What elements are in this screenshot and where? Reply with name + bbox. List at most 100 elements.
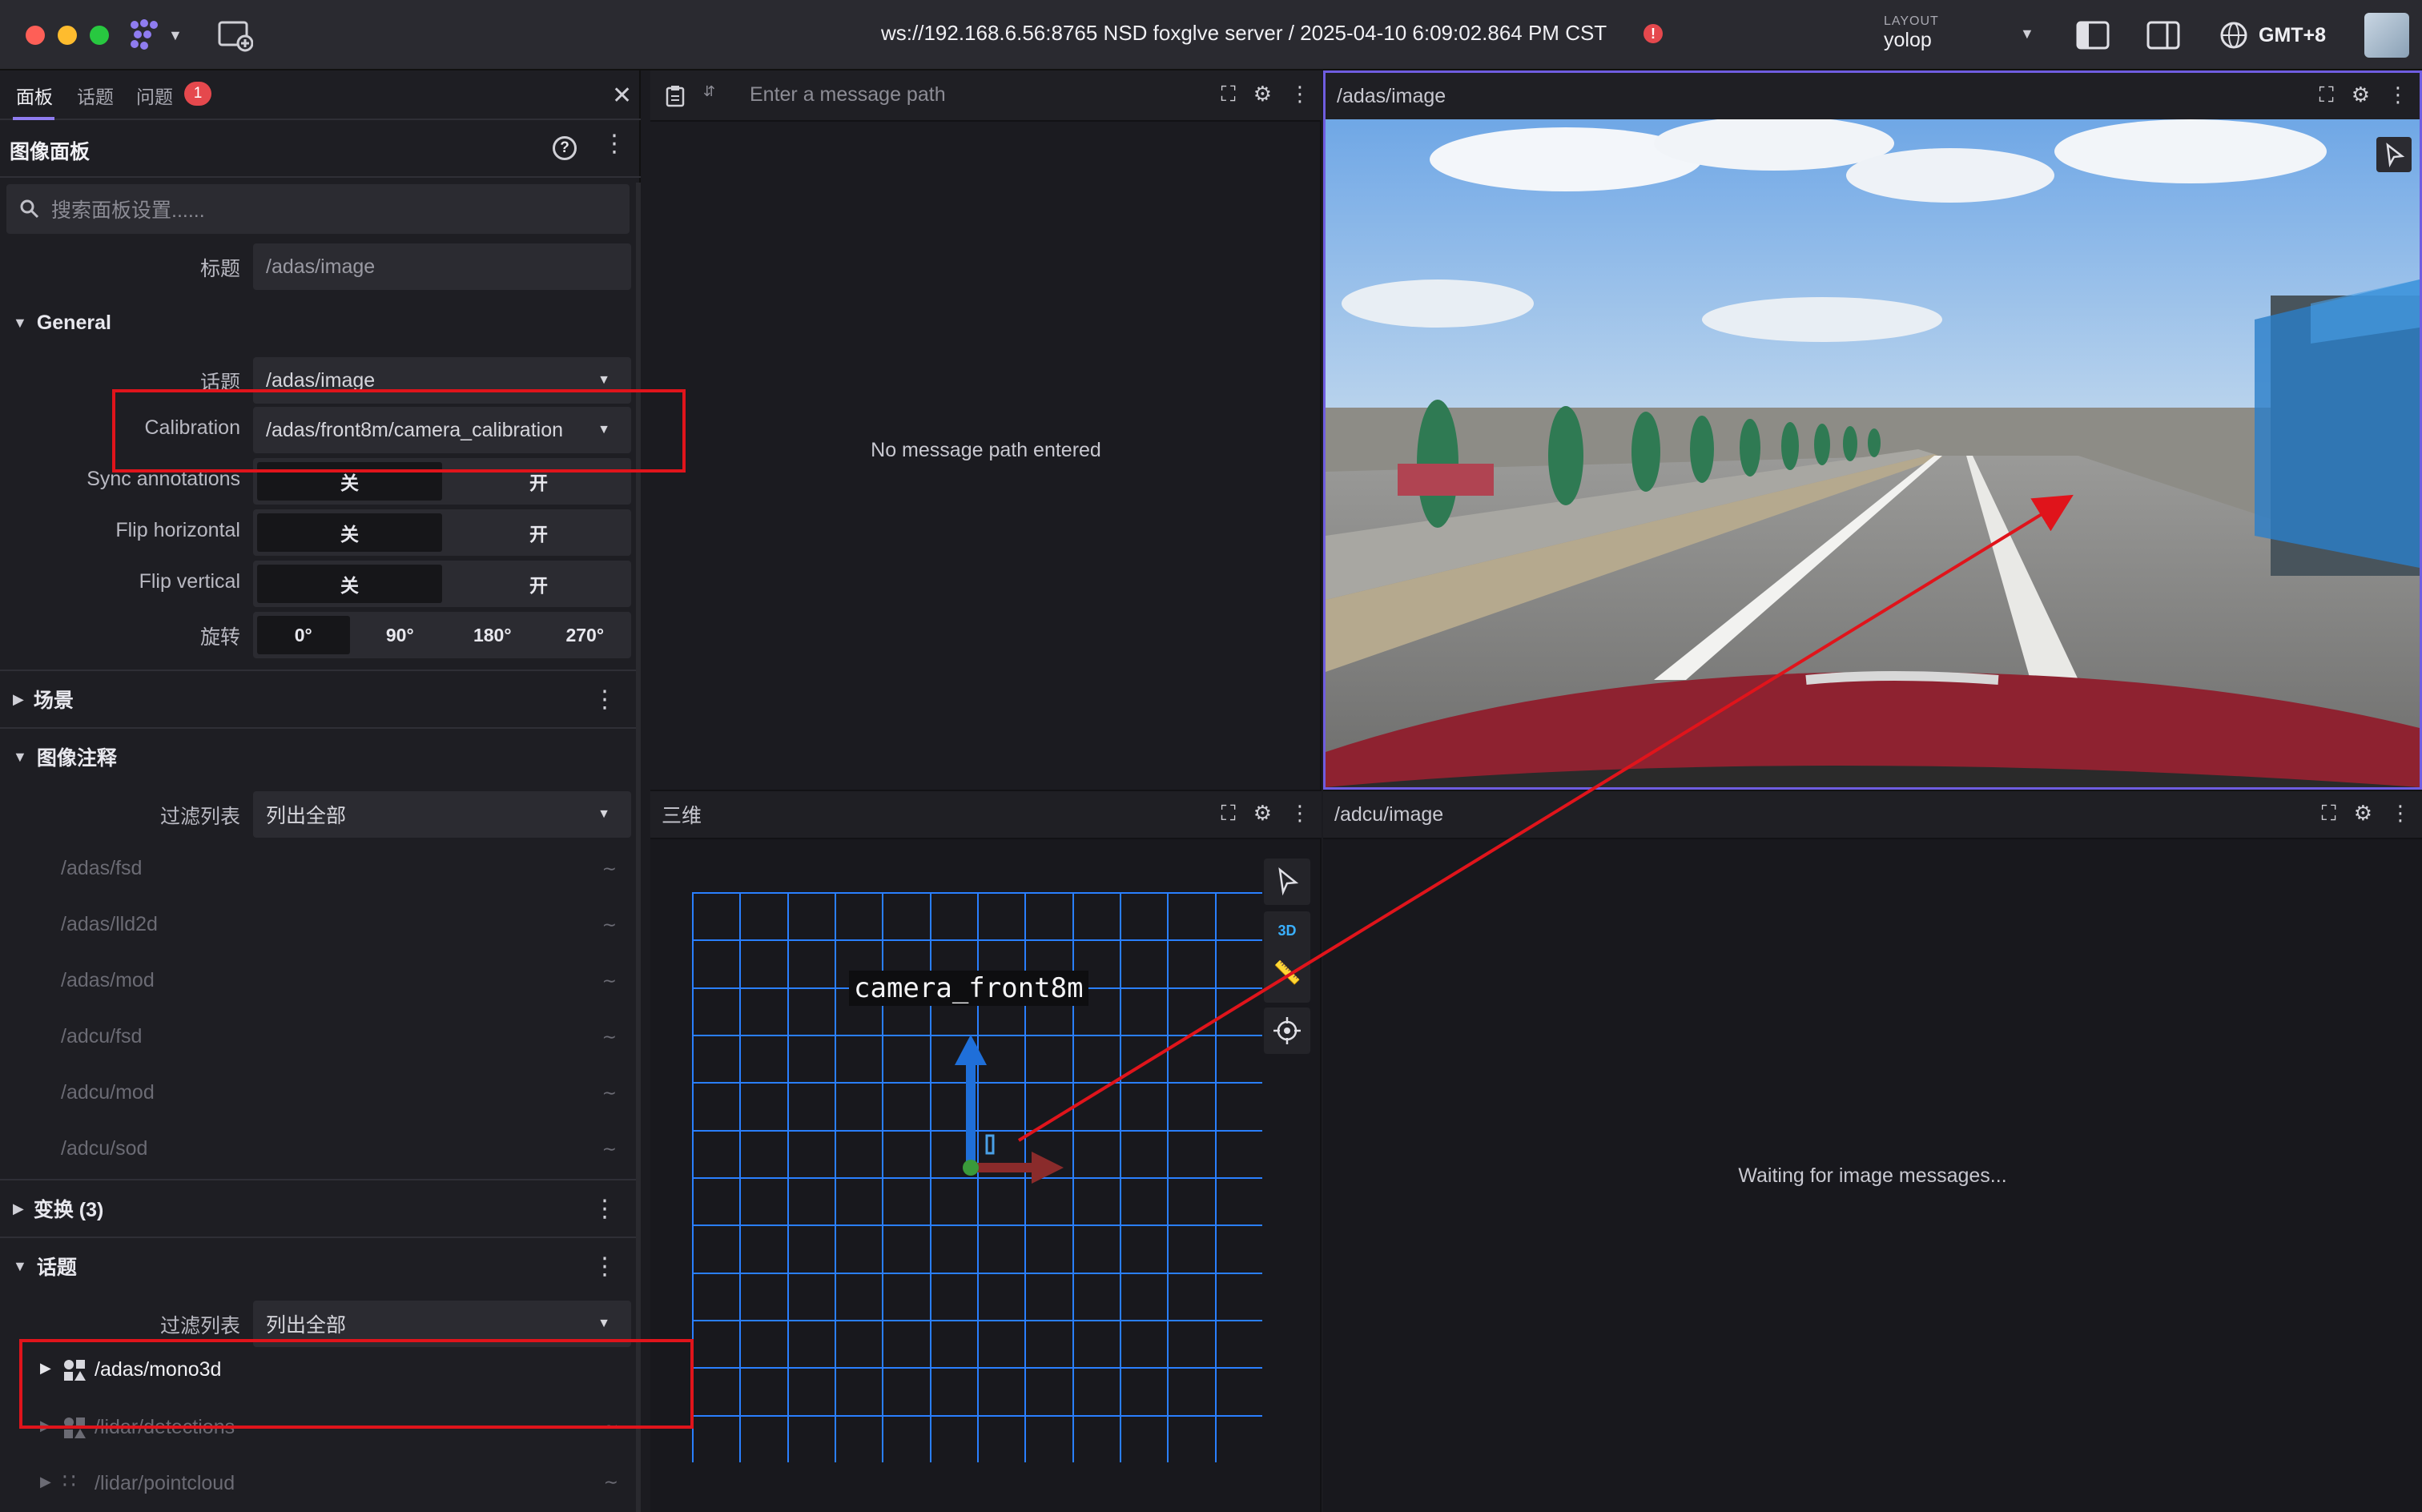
road-camera-image[interactable] [1326, 119, 2420, 787]
frame-label: camera_front8m [849, 971, 1088, 1006]
annotations-filter-label: 过滤列表 [159, 806, 240, 828]
settings-gear-icon[interactable]: ⚙ [1253, 82, 1272, 107]
fullscreen-icon[interactable]: ⛶ [1221, 82, 1235, 107]
transforms-menu-icon[interactable]: ⋮ [593, 1195, 617, 1223]
flip-h-off-option[interactable]: 关 [257, 513, 442, 552]
close-sidebar-icon[interactable]: ✕ [612, 82, 632, 110]
sidebar-scrollbar[interactable] [636, 183, 641, 1512]
fullscreen-icon[interactable]: ⛶ [2319, 82, 2333, 108]
annotation-item[interactable]: /adcu/fsd [61, 1025, 142, 1048]
annotations-filter-select[interactable]: 列出全部 ▼ [253, 791, 631, 838]
general-heading: General [36, 311, 111, 334]
select-tool-button[interactable] [1264, 859, 1310, 905]
toggle-3d-button[interactable]: 3D [1264, 923, 1310, 939]
flip-vertical-label: Flip vertical [139, 570, 240, 593]
scene-section-header[interactable]: ▶ 场景 ⋮ [0, 670, 641, 727]
scene-menu-icon[interactable]: ⋮ [593, 686, 617, 714]
visibility-hidden-icon[interactable]: ∼ [602, 1083, 617, 1104]
topics-menu-icon[interactable]: ⋮ [593, 1253, 617, 1281]
timezone-selector[interactable]: GMT+8 [2219, 19, 2326, 51]
settings-search-box[interactable]: 搜索面板设置...... [6, 184, 630, 234]
flip-vertical-toggle[interactable]: 关 开 [253, 561, 631, 607]
topics-heading: 话题 [36, 1257, 77, 1279]
visibility-hidden-icon[interactable]: ∼ [602, 1139, 617, 1160]
flip-v-off-option[interactable]: 关 [257, 565, 442, 603]
topic-row-lidar-pointcloud[interactable]: ▶ ∷ /lidar/pointcloud ∼ [0, 1456, 641, 1512]
panel-menu-icon[interactable]: ⋮ [1289, 801, 1310, 826]
rotation-0-option[interactable]: 0° [257, 616, 350, 654]
topics-section-header[interactable]: ▼ 话题 ⋮ [0, 1237, 641, 1294]
tab-topics[interactable]: 话题 [77, 82, 114, 109]
transforms-section-header[interactable]: ▶ 变换 (3) ⋮ [0, 1179, 641, 1237]
publish-point-button[interactable] [1264, 1007, 1310, 1054]
rotation-90-option[interactable]: 90° [354, 612, 447, 658]
collapsed-caret-icon: ▶ [13, 690, 24, 707]
visibility-hidden-icon[interactable]: ∼ [602, 859, 617, 879]
flip-h-on-option[interactable]: 开 [446, 509, 631, 556]
user-avatar[interactable] [2364, 13, 2409, 58]
measure-ruler-icon[interactable]: 📏 [1264, 959, 1310, 986]
annotation-item[interactable]: /adas/lld2d [61, 913, 158, 936]
close-window-button[interactable] [26, 26, 45, 45]
settings-search-input[interactable]: 搜索面板设置...... [51, 195, 205, 223]
layout-selector[interactable]: LAYOUT yolop ▼ [1884, 14, 2044, 58]
settings-gear-icon[interactable]: ⚙ [1253, 801, 1272, 826]
visibility-hidden-icon[interactable]: ∼ [602, 915, 617, 935]
mono3d-highlight-box [19, 1339, 694, 1429]
connection-status-text[interactable]: ws://192.168.6.56:8765 NSD foxglve serve… [881, 21, 1607, 46]
flip-v-on-option[interactable]: 开 [446, 561, 631, 607]
annotation-item[interactable]: /adas/mod [61, 969, 155, 992]
general-section-header[interactable]: ▼ General [0, 295, 641, 351]
annotations-section-header[interactable]: ▼ 图像注释 [0, 727, 641, 785]
rotation-180-option[interactable]: 180° [446, 612, 539, 658]
help-icon[interactable]: ? [553, 136, 577, 160]
flip-horizontal-toggle[interactable]: 关 开 [253, 509, 631, 556]
adcu-image-panel: /adcu/image ⛶ ⚙ ⋮ Waiting for image mess… [1323, 790, 2422, 1512]
sort-arrows-icon[interactable]: ⇵ [703, 83, 715, 100]
clipboard-icon[interactable] [665, 85, 686, 107]
app-menu-button[interactable]: ▼ [127, 14, 191, 56]
rotation-toggle[interactable]: 0° 90° 180° 270° [253, 612, 631, 658]
topics-filter-value: 列出全部 [266, 1314, 347, 1337]
plot-panel-header: ⇵ Enter a message path ⛶ ⚙ ⋮ [650, 70, 1322, 122]
toggle-right-sidebar-button[interactable] [2146, 21, 2180, 54]
maximize-window-button[interactable] [90, 26, 109, 45]
rotation-270-option[interactable]: 270° [539, 612, 632, 658]
visibility-hidden-icon[interactable]: ∼ [604, 1472, 618, 1493]
scene-heading: 场景 [33, 690, 74, 712]
annotation-item[interactable]: /adcu/mod [61, 1081, 155, 1104]
right-sidebar-icon [2146, 21, 2180, 50]
minimize-window-button[interactable] [58, 26, 77, 45]
panel-menu-icon[interactable]: ⋮ [602, 130, 626, 158]
fullscreen-icon[interactable]: ⛶ [1221, 801, 1235, 826]
topic-name: /lidar/pointcloud [95, 1472, 235, 1494]
panel-menu-icon[interactable]: ⋮ [2390, 801, 2411, 826]
annotation-item[interactable]: /adcu/sod [61, 1137, 147, 1160]
title-input[interactable]: /adas/image [253, 243, 631, 290]
pointcloud-icon: ∷ [62, 1469, 76, 1493]
tab-problems[interactable]: 问题 [136, 82, 173, 109]
timezone-label: GMT+8 [2259, 23, 2327, 46]
message-path-input[interactable]: Enter a message path [750, 83, 946, 107]
dropdown-caret-icon: ▼ [597, 807, 610, 821]
settings-gear-icon[interactable]: ⚙ [2354, 801, 2372, 826]
select-tool-button[interactable] [2376, 137, 2412, 172]
settings-gear-icon[interactable]: ⚙ [2352, 82, 2370, 108]
plot-panel-actions: ⛶ ⚙ ⋮ [1221, 82, 1310, 107]
visibility-hidden-icon[interactable]: ∼ [602, 971, 617, 991]
panel-menu-icon[interactable]: ⋮ [1289, 82, 1310, 107]
connection-alert-icon[interactable]: ! [1644, 24, 1663, 43]
three-d-panel-header: 三维 ⛶ ⚙ ⋮ [650, 791, 1322, 839]
tab-panels[interactable]: 面板 [16, 82, 53, 109]
add-panel-button[interactable] [218, 21, 254, 52]
panel-title: 图像面板 [10, 141, 91, 163]
fullscreen-icon[interactable]: ⛶ [2321, 801, 2336, 826]
visibility-hidden-icon[interactable]: ∼ [602, 1027, 617, 1048]
panel-menu-icon[interactable]: ⋮ [2388, 82, 2408, 108]
annotation-item[interactable]: /adas/fsd [61, 857, 142, 880]
three-d-actions: ⛶ ⚙ ⋮ [1221, 801, 1310, 826]
toggle-left-sidebar-button[interactable] [2076, 21, 2110, 54]
adcu-image-panel-header: /adcu/image ⛶ ⚙ ⋮ [1323, 791, 2422, 839]
left-sidebar-icon [2076, 21, 2110, 50]
three-d-title: 三维 [662, 805, 702, 827]
